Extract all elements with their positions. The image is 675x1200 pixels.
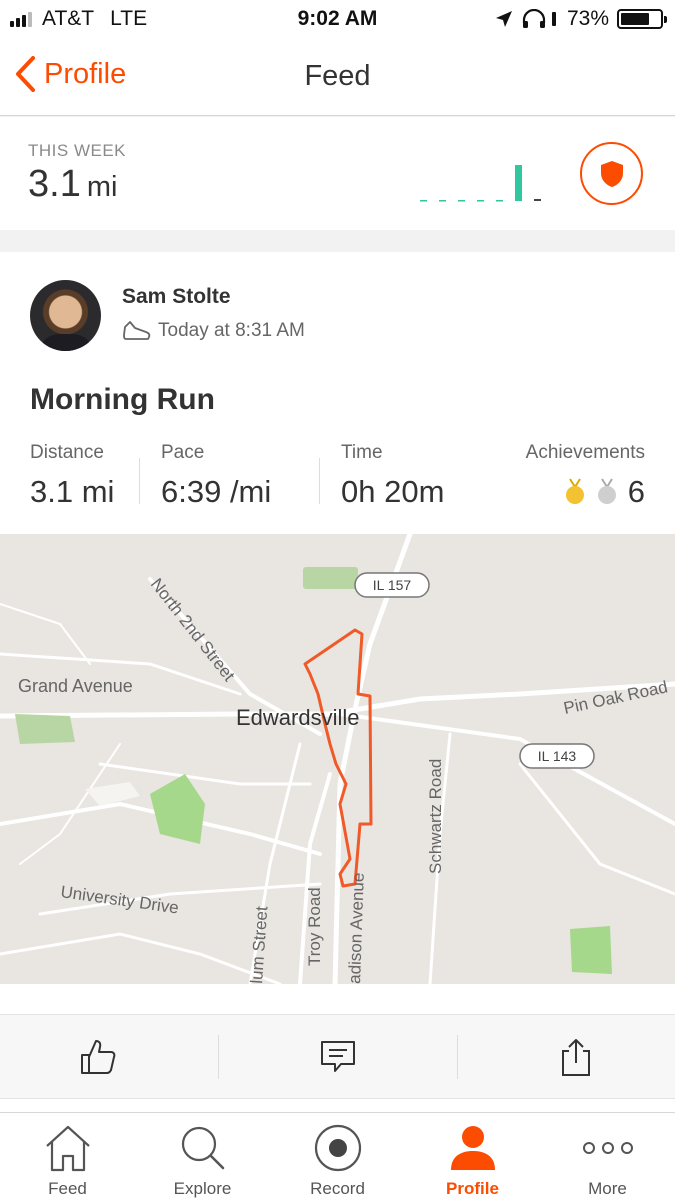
tab-record-label: Record [310,1179,365,1198]
action-divider [218,1035,219,1079]
tab-explore[interactable]: Explore [135,1121,270,1199]
headphones-icon [522,9,546,28]
map-label-grand: Grand Avenue [18,676,133,696]
stat-time-value: 0h 20m [341,474,445,509]
share-button[interactable] [554,1035,598,1079]
this-week-label: THIS WEEK [28,141,127,160]
stat-achievements-label: Achievements [525,442,645,463]
stat-divider [319,458,320,504]
shoe-icon [123,321,151,340]
tab-feed-label: Feed [48,1179,87,1198]
stat-achievements[interactable]: Achievements 6 [526,442,645,510]
this-week-summary[interactable]: THIS WEEK 3.1 mi [0,117,675,230]
achievements-count: 6 [627,474,645,509]
record-icon [314,1124,361,1172]
kudos-button[interactable] [76,1035,120,1079]
status-right: 73% [495,7,667,31]
battery-percent: 73% [566,7,609,30]
activity-card[interactable]: Sam Stolte Today at 8:31 AM Morning Run … [0,252,675,1112]
share-icon [562,1039,590,1076]
avatar[interactable] [30,280,101,351]
week-bar [515,165,522,201]
map-label-schwartz: Schwartz Road [426,759,445,874]
tab-record[interactable]: Record [270,1121,405,1199]
tab-more[interactable]: More [540,1121,675,1199]
week-bar [496,200,503,202]
stat-pace: Pace 6:39 /mi [161,442,271,510]
profile-icon [450,1126,495,1170]
more-icon [582,1142,633,1154]
location-arrow-icon [495,11,512,27]
map-canvas: IL 157 IL 143 North 2nd Street Grand Ave… [0,534,675,984]
activity-time: Today at 8:31 AM [158,320,305,341]
tab-more-label: More [588,1179,627,1198]
status-bar: AT&T LTE 9:02 AM 73% [0,0,675,38]
activity-meta: Today at 8:31 AM [122,320,305,342]
stat-time: Time 0h 20m [341,442,444,510]
week-bar [439,200,446,202]
week-bar [420,200,427,202]
highway-shield-il157: IL 157 [354,572,430,598]
activity-stats: Distance 3.1 mi Pace 6:39 /mi Time 0h 20… [0,442,675,522]
stat-distance: Distance 3.1 mi [30,442,114,510]
athlete-name[interactable]: Sam Stolte [122,285,231,309]
stat-achievements-value: 6 [526,474,645,510]
search-icon [181,1126,224,1170]
gold-medal-icon [565,478,584,504]
challenges-button[interactable] [580,142,643,205]
stat-time-label: Time [341,442,383,463]
nav-bar: Profile Feed [0,38,675,116]
il157-label: IL 157 [373,577,412,593]
action-divider [457,1035,458,1079]
map-label-madison: adison Avenue [345,872,368,984]
home-icon [45,1125,90,1172]
week-bar [534,199,541,201]
thumbs-up-icon [81,1040,116,1074]
tab-feed[interactable]: Feed [0,1121,135,1199]
this-week-distance-unit: mi [86,171,118,203]
stat-distance-label: Distance [30,442,104,463]
comment-button[interactable] [316,1035,360,1079]
weekly-bar-chart [420,165,541,202]
week-bar [477,200,484,202]
stat-pace-value: 6:39 /mi [161,474,272,509]
stat-divider [139,458,140,504]
page-title: Feed [304,60,371,92]
map-label-troy: Troy Road [305,887,324,966]
route-map[interactable]: IL 157 IL 143 North 2nd Street Grand Ave… [0,534,675,984]
tab-explore-label: Explore [173,1179,232,1198]
silver-medal-icon [597,478,616,504]
this-week-distance-value: 3.1 [28,163,81,205]
stat-pace-label: Pace [161,442,205,463]
comment-icon [321,1041,355,1072]
map-label-city: Edwardsville [236,705,360,730]
tab-profile[interactable]: Profile [405,1121,540,1199]
shield-icon [600,160,623,187]
stat-distance-value: 3.1 mi [30,474,115,509]
battery-icon [617,9,667,29]
activity-actions [0,1014,675,1099]
activity-title[interactable]: Morning Run [30,383,215,417]
il143-label: IL 143 [538,748,577,764]
alarm-icon [551,12,556,26]
tab-profile-label: Profile [446,1179,499,1198]
this-week-distance: 3.1 mi [28,163,117,206]
highway-shield-il143: IL 143 [519,743,595,769]
tab-bar: Feed Explore Record Profile More [0,1112,675,1200]
week-bar [458,200,465,202]
